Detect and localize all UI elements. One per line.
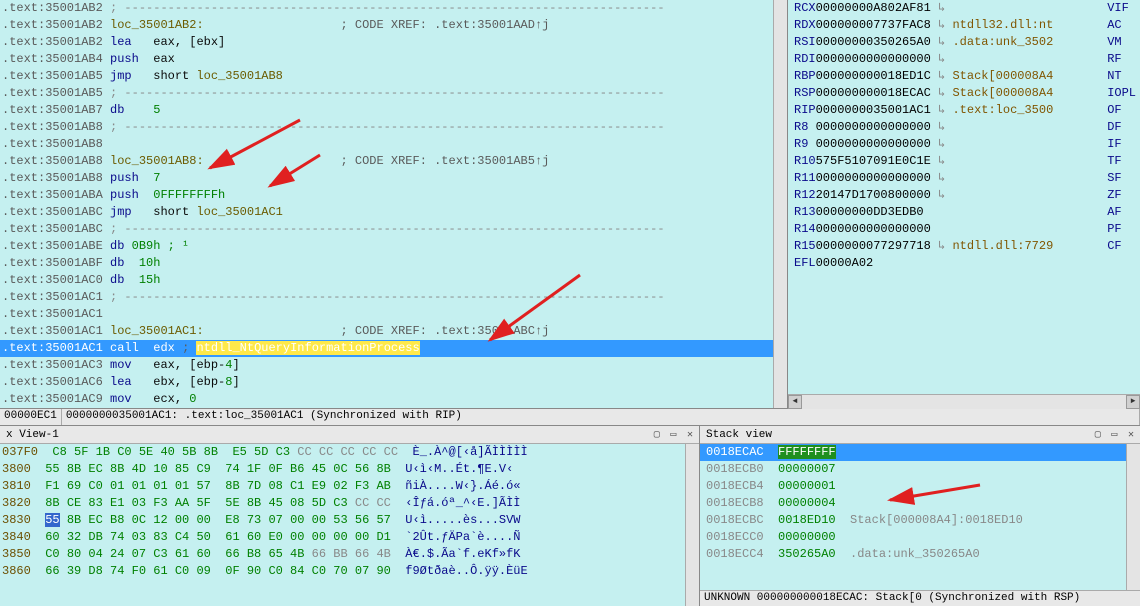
stack-row[interactable]: 0018ECB4 00000001 xyxy=(700,478,1126,495)
flag-nt: NT xyxy=(1107,68,1136,85)
hex-pane[interactable]: x View-1 ▢ ▭ ✕ 037F0 C8 5F 1B C0 5E 40 5… xyxy=(0,426,700,606)
disasm-line[interactable]: .text:35001AC1 ; -----------------------… xyxy=(0,289,773,306)
flag-rf: RF xyxy=(1107,51,1136,68)
hex-row[interactable]: 3860 66 39 D8 74 F0 61 C0 09 0F 90 C0 84… xyxy=(0,563,685,580)
disasm-line[interactable]: .text:35001AB8 ; -----------------------… xyxy=(0,119,773,136)
stack-row[interactable]: 0018ECC4 350265A0 .data:unk_350265A0 xyxy=(700,546,1126,563)
stack-row[interactable]: 0018ECAC FFFFFFFF xyxy=(700,444,1126,461)
hex-row[interactable]: 3840 60 32 DB 74 03 83 C4 50 61 60 E0 00… xyxy=(0,529,685,546)
stack-row[interactable]: 0018ECC0 00000000 xyxy=(700,529,1126,546)
register-rbp[interactable]: RBP000000000018ED1C ↳ Stack[000008A4 xyxy=(788,68,1102,85)
flag-ac: AC xyxy=(1107,17,1136,34)
disasm-line[interactable]: .text:35001AC1 loc_35001AC1: ; CODE XREF… xyxy=(0,323,773,340)
disasm-line[interactable]: .text:35001ABA push 0FFFFFFFFh xyxy=(0,187,773,204)
flag-cf: CF xyxy=(1107,238,1136,255)
register-efl[interactable]: EFL00000A02 xyxy=(788,255,1102,272)
register-r10[interactable]: R10575F5107091E0C1E ↳ xyxy=(788,153,1102,170)
hex-row[interactable]: 3800 55 8B EC 8B 4D 10 85 C9 74 1F 0F B6… xyxy=(0,461,685,478)
disasm-line[interactable]: .text:35001ABC ; -----------------------… xyxy=(0,221,773,238)
scroll-right-button[interactable]: ► xyxy=(1126,395,1140,409)
hex-scroll-vertical[interactable] xyxy=(685,444,699,606)
register-rsp[interactable]: RSP000000000018ECAC ↳ Stack[000008A4 xyxy=(788,85,1102,102)
pane-button[interactable]: ▢ xyxy=(654,430,660,441)
flag-zf: ZF xyxy=(1107,187,1136,204)
flag-tf: TF xyxy=(1107,153,1136,170)
flag-vif: VIF xyxy=(1107,0,1136,17)
status-offset: 00000EC1 xyxy=(0,409,62,425)
flag-pf: PF xyxy=(1107,221,1136,238)
disasm-line[interactable]: .text:35001AB2 lea eax, [ebx] xyxy=(0,34,773,51)
stack-scroll-vertical[interactable] xyxy=(1126,444,1140,590)
disasm-line[interactable]: .text:35001AB2 ; -----------------------… xyxy=(0,0,773,17)
stack-row[interactable]: 0018ECBC 0018ED10 Stack[000008A4]:0018ED… xyxy=(700,512,1126,529)
disasm-line[interactable]: .text:35001AB2 loc_35001AB2: ; CODE XREF… xyxy=(0,17,773,34)
hex-row[interactable]: 3830 55 8B EC B8 0C 12 00 00 E8 73 07 00… xyxy=(0,512,685,529)
register-rsi[interactable]: RSI00000000350265A0 ↳ .data:unk_3502 xyxy=(788,34,1102,51)
hex-view-title: x View-1 xyxy=(6,429,59,441)
disasm-line[interactable]: .text:35001ABC jmp short loc_35001AC1 xyxy=(0,204,773,221)
hex-row[interactable]: 3810 F1 69 C0 01 01 01 01 57 8B 7D 08 C1… xyxy=(0,478,685,495)
disasm-line[interactable]: .text:35001AB8 xyxy=(0,136,773,153)
stack-row[interactable]: 0018ECB8 00000004 xyxy=(700,495,1126,512)
disasm-line[interactable]: .text:35001AC0 db 15h xyxy=(0,272,773,289)
registers-pane[interactable]: RCX00000000A802AF81 ↳RDX000000007737FAC8… xyxy=(788,0,1140,408)
register-rdi[interactable]: RDI0000000000000000 ↳ xyxy=(788,51,1102,68)
disassembly-pane[interactable]: .text:35001AB2 ; -----------------------… xyxy=(0,0,788,408)
status-location: 0000000035001AC1: .text:loc_35001AC1 (Sy… xyxy=(62,409,1140,425)
disasm-line[interactable]: .text:35001ABF db 10h xyxy=(0,255,773,272)
register-r9[interactable]: R9 0000000000000000 ↳ xyxy=(788,136,1102,153)
disasm-line[interactable]: .text:35001AB4 push eax xyxy=(0,51,773,68)
disasm-line[interactable]: .text:35001AB8 push 7 xyxy=(0,170,773,187)
disasm-line[interactable]: .text:35001AB8 loc_35001AB8: ; CODE XREF… xyxy=(0,153,773,170)
register-r12[interactable]: R1220147D1700800000 ↳ xyxy=(788,187,1102,204)
pane-button[interactable]: ▢ xyxy=(1095,430,1101,441)
register-r15[interactable]: R150000000077297718 ↳ ntdll.dll:7729 xyxy=(788,238,1102,255)
disasm-line[interactable]: .text:35001ABE db 0B9h ; ¹ xyxy=(0,238,773,255)
scroll-left-button[interactable]: ◄ xyxy=(788,395,802,409)
pane-close-button[interactable]: ✕ xyxy=(1128,430,1134,441)
stack-status: UNKNOWN 000000000018ECAC: Stack[0 (Synch… xyxy=(700,590,1140,606)
scroll-track[interactable] xyxy=(802,395,1126,409)
flag-af: AF xyxy=(1107,204,1136,221)
stack-pane[interactable]: Stack view ▢ ▭ ✕ 0018ECAC FFFFFFFF0018EC… xyxy=(700,426,1140,606)
register-r13[interactable]: R1300000000DD3EDB0 xyxy=(788,204,1102,221)
register-r8[interactable]: R8 0000000000000000 ↳ xyxy=(788,119,1102,136)
stack-row[interactable]: 0018ECB0 00000007 xyxy=(700,461,1126,478)
flag-iopl: IOPL xyxy=(1107,85,1136,102)
status-bar: 00000EC1 0000000035001AC1: .text:loc_350… xyxy=(0,408,1140,426)
hex-row[interactable]: 3820 8B CE 83 E1 03 F3 AA 5F 5E 8B 45 08… xyxy=(0,495,685,512)
stack-view-title: Stack view xyxy=(706,429,772,441)
hex-row[interactable]: 3850 C0 80 04 24 07 C3 61 60 66 B8 65 4B… xyxy=(0,546,685,563)
register-r11[interactable]: R110000000000000000 ↳ xyxy=(788,170,1102,187)
register-rcx[interactable]: RCX00000000A802AF81 ↳ xyxy=(788,0,1102,17)
disasm-line[interactable]: .text:35001AC3 mov eax, [ebp-4] xyxy=(0,357,773,374)
disasm-line[interactable]: .text:35001AC1 xyxy=(0,306,773,323)
disasm-scroll-vertical[interactable] xyxy=(773,0,787,408)
disasm-line[interactable]: .text:35001AB5 jmp short loc_35001AB8 xyxy=(0,68,773,85)
flag-if: IF xyxy=(1107,136,1136,153)
flag-sf: SF xyxy=(1107,170,1136,187)
pane-minimize-button[interactable]: ▭ xyxy=(670,430,676,441)
hex-row[interactable]: 037F0 C8 5F 1B C0 5E 40 5B 8B E5 5D C3 C… xyxy=(0,444,685,461)
disasm-line[interactable]: .text:35001AB5 ; -----------------------… xyxy=(0,85,773,102)
disasm-line[interactable]: .text:35001AC9 mov ecx, 0 xyxy=(0,391,773,408)
register-rdx[interactable]: RDX000000007737FAC8 ↳ ntdll32.dll:nt xyxy=(788,17,1102,34)
flag-of: OF xyxy=(1107,102,1136,119)
flag-df: DF xyxy=(1107,119,1136,136)
pane-minimize-button[interactable]: ▭ xyxy=(1111,430,1117,441)
register-r14[interactable]: R140000000000000000 xyxy=(788,221,1102,238)
pane-close-button[interactable]: ✕ xyxy=(687,430,693,441)
disasm-line[interactable]: .text:35001AC1 call edx ; ntdll_NtQueryI… xyxy=(0,340,773,357)
disasm-line[interactable]: .text:35001AB7 db 5 xyxy=(0,102,773,119)
flag-vm: VM xyxy=(1107,34,1136,51)
disasm-line[interactable]: .text:35001AC6 lea ebx, [ebp-8] xyxy=(0,374,773,391)
register-rip[interactable]: RIP0000000035001AC1 ↳ .text:loc_3500 xyxy=(788,102,1102,119)
